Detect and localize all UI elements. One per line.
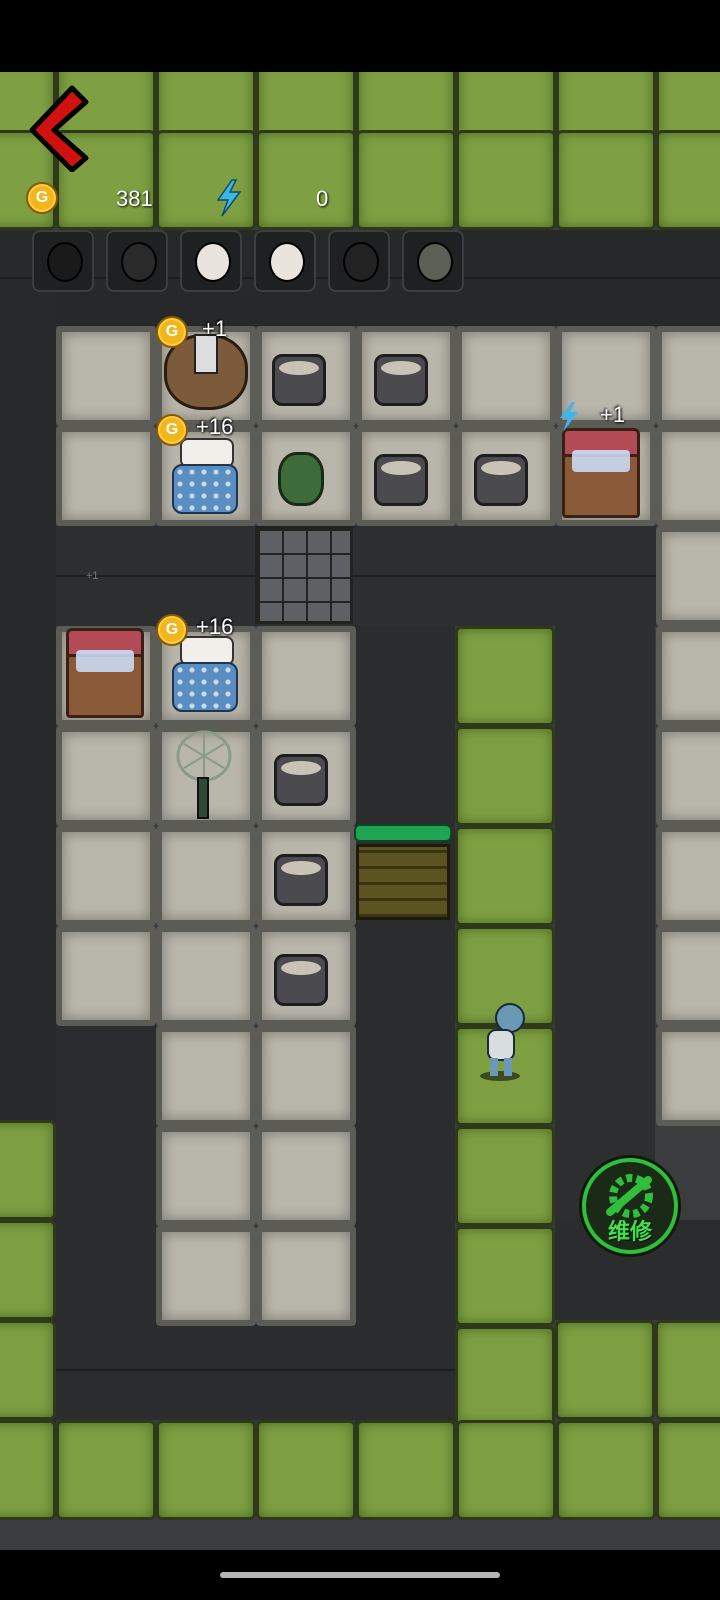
grass-tile xyxy=(655,1320,720,1420)
floor-tile xyxy=(156,926,256,1026)
rake-bucket-icon[interactable] xyxy=(374,454,428,506)
grass-tile xyxy=(456,130,556,230)
broom-bucket-icon[interactable] xyxy=(274,854,328,906)
ghost-bed[interactable] xyxy=(172,636,238,718)
treasure-chest[interactable] xyxy=(562,428,640,520)
grass-tile xyxy=(656,1420,720,1520)
grass-tile xyxy=(656,130,720,230)
floor-tile xyxy=(656,326,720,426)
treasure-chest[interactable] xyxy=(66,628,144,720)
lightning-icon xyxy=(216,179,242,217)
grass-tile xyxy=(455,826,555,926)
grass-tile xyxy=(455,626,555,726)
grass-tile xyxy=(455,1326,555,1426)
grass-tile xyxy=(556,1420,656,1520)
iron-gate[interactable] xyxy=(255,526,353,624)
grass-tile xyxy=(555,1320,655,1420)
coin-icon: G xyxy=(156,316,188,348)
masked-portrait-icon xyxy=(417,242,453,282)
bomb-bucket-icon[interactable] xyxy=(278,452,324,506)
grass-tile xyxy=(0,1420,56,1520)
floor-tile xyxy=(256,1026,356,1126)
shovel-bucket-icon[interactable] xyxy=(274,754,328,806)
grass-tile xyxy=(256,130,356,230)
game-board[interactable]: G 381 0 G +1 G +16 +1 +1 G +16 维修 xyxy=(0,72,720,1550)
ghost-slot-topknot[interactable] xyxy=(328,230,390,292)
shovel-bucket-icon[interactable] xyxy=(274,954,328,1006)
bed-top-gain: +16 xyxy=(196,414,234,439)
grass-tile xyxy=(455,726,555,826)
grass-tile xyxy=(455,1126,555,1226)
floor-tile xyxy=(256,1126,356,1226)
floor-tile xyxy=(256,1226,356,1326)
grass-tile xyxy=(356,1420,456,1520)
grass-tile xyxy=(455,1226,555,1326)
floor-tile xyxy=(56,426,156,526)
repair-button[interactable]: 维修 xyxy=(582,1158,678,1254)
coin-icon: G xyxy=(26,182,58,214)
floor-tile xyxy=(656,526,720,626)
navigation-bar xyxy=(0,1550,720,1600)
wall-energy-gain: +1 xyxy=(86,570,99,582)
floor-tile xyxy=(156,826,256,926)
wooden-door[interactable] xyxy=(356,844,450,920)
granny-portrait-icon xyxy=(269,242,305,282)
coin-icon: G xyxy=(156,614,188,646)
granny-portrait-icon xyxy=(195,242,231,282)
granny-bed[interactable] xyxy=(172,438,238,520)
floor-tile xyxy=(156,1126,256,1226)
grass-tile xyxy=(56,1420,156,1520)
grass-tile xyxy=(0,1320,56,1420)
floor-tile xyxy=(656,726,720,826)
broom-bucket-icon[interactable] xyxy=(474,454,528,506)
floor-tile xyxy=(56,926,156,1026)
chest-top-gain: +1 xyxy=(600,402,626,427)
coin-count: 381 xyxy=(116,186,153,211)
back-button[interactable] xyxy=(22,82,94,172)
door-health-bar xyxy=(354,824,452,842)
floor-tile xyxy=(56,326,156,426)
net-trap-icon[interactable] xyxy=(162,724,248,820)
ghost-portrait-icon xyxy=(343,242,379,282)
floor-tile xyxy=(656,1026,720,1126)
floor-tile xyxy=(656,926,720,1026)
home-gesture-handle[interactable] xyxy=(220,1572,500,1578)
floor-tile xyxy=(656,426,720,526)
grass-tile xyxy=(556,130,656,230)
shovel-bucket-icon[interactable] xyxy=(374,354,428,406)
wrench-gear-icon xyxy=(606,1174,653,1218)
energy-count: 0 xyxy=(316,186,329,211)
ghost-slot-granny[interactable] xyxy=(180,230,242,292)
zombie-enemy[interactable] xyxy=(470,998,536,1084)
ghost-portrait-icon xyxy=(47,242,83,282)
grass-tile xyxy=(156,1420,256,1520)
ghost-slot-green-mask[interactable] xyxy=(402,230,464,292)
floor-tile xyxy=(456,326,556,426)
grass-tile xyxy=(256,1420,356,1520)
ghost-portrait-icon xyxy=(121,242,157,282)
floor-tile xyxy=(156,1026,256,1126)
ghost-slot-messy-hair[interactable] xyxy=(106,230,168,292)
floor-tile xyxy=(56,726,156,826)
grass-tile xyxy=(0,1220,56,1320)
floor-tile xyxy=(256,626,356,726)
floor-tile xyxy=(656,826,720,926)
coin-icon: G xyxy=(156,414,188,446)
ghost-slot-black-hair[interactable] xyxy=(32,230,94,292)
grass-tile xyxy=(356,130,456,230)
floor-tile xyxy=(656,626,720,726)
floor-tile xyxy=(56,826,156,926)
grass-tile xyxy=(0,1120,56,1220)
lightning-icon xyxy=(560,402,578,432)
status-bar xyxy=(0,0,720,72)
ghost-slot-granny-2[interactable] xyxy=(254,230,316,292)
coffin-gain: +1 xyxy=(202,316,228,341)
grass-tile xyxy=(456,1420,556,1520)
floor-tile xyxy=(156,1226,256,1326)
bed-left-gain: +16 xyxy=(196,614,234,639)
pitchfork-bucket-icon[interactable] xyxy=(272,354,326,406)
repair-label: 维修 xyxy=(607,1219,652,1244)
